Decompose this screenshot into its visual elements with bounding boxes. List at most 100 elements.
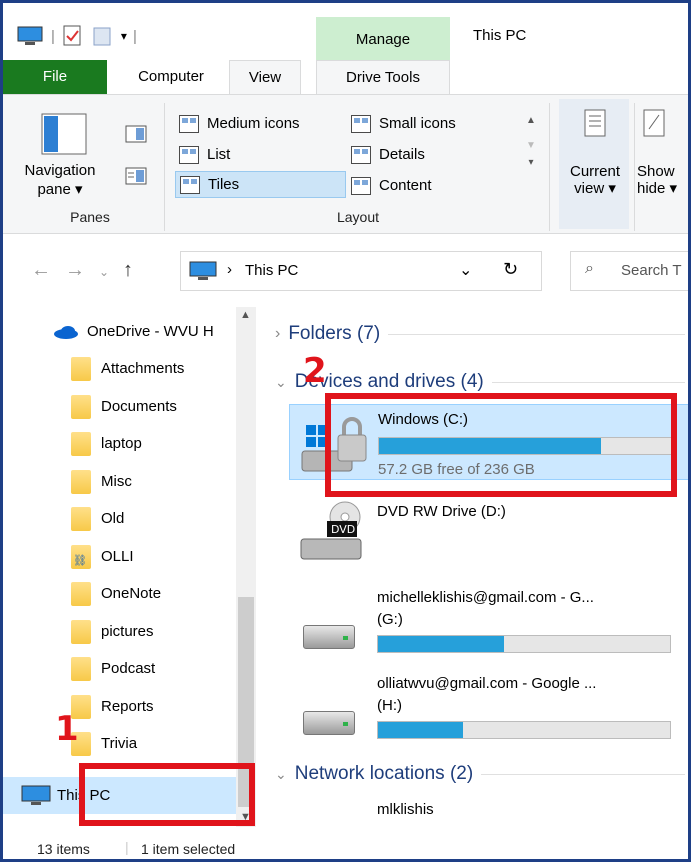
nav-item-old[interactable]: Old <box>3 500 239 537</box>
tab-computer[interactable]: Computer <box>121 60 221 94</box>
layout-medium-icons[interactable]: Medium icons <box>175 110 335 137</box>
nav-item-label: OLLI <box>101 548 134 565</box>
folder-icon <box>71 394 91 419</box>
panes-group-label: Panes <box>70 209 110 225</box>
layout-gallery-scroll[interactable]: ▲ ▼ ▾ <box>521 105 541 197</box>
details-pane-icon[interactable] <box>125 167 147 185</box>
nav-pane-scrollbar[interactable]: ▲ ▼ <box>236 307 256 827</box>
nav-item-pictures[interactable]: pictures <box>3 613 239 650</box>
folder-icon <box>71 469 91 494</box>
drive-tile-g[interactable]: michelleklishis@gmail.com - G... (G:) <box>289 589 688 669</box>
hard-drive-icon <box>303 625 355 649</box>
file-explorer-window: | ▾ | Manage This PC File Computer View … <box>0 0 691 862</box>
search-input[interactable]: ⌕ Search T <box>570 251 688 291</box>
nav-item-podcast[interactable]: Podcast <box>3 650 239 687</box>
ribbon-divider <box>634 103 635 231</box>
group-header-line <box>491 381 685 383</box>
nav-item-attachments[interactable]: Attachments <box>3 350 239 387</box>
breadcrumb-separator-icon: › <box>227 261 232 278</box>
group-header-label: Folders (7) <box>288 323 381 344</box>
window-title: This PC <box>473 27 527 44</box>
scroll-down-icon[interactable]: ▼ <box>521 140 541 151</box>
nav-item-trivia[interactable]: Trivia <box>3 725 239 762</box>
hard-drive-icon <box>303 711 355 735</box>
layout-tiles[interactable]: Tiles <box>175 171 346 198</box>
drive-tile-h[interactable]: olliatwvu@gmail.com - Google ... (H:) <box>289 675 688 755</box>
breadcrumb-this-pc[interactable]: This PC <box>245 262 298 279</box>
navigation-pane-button[interactable]: Navigation pane ▾ <box>5 101 115 201</box>
network-location-tile[interactable]: mlklishis <box>289 801 688 827</box>
quick-access-toolbar: | ▾ | <box>17 25 137 47</box>
nav-item-olli[interactable]: ⛓ OLLI <box>3 538 239 575</box>
drive-tile-d[interactable]: DVD DVD RW Drive (D:) <box>289 497 688 577</box>
layout-list-label: List <box>207 146 231 163</box>
this-pc-icon <box>21 785 51 805</box>
folder-icon <box>71 431 91 456</box>
address-dropdown-icon[interactable]: ⌄ <box>459 260 472 280</box>
tab-drive-tools[interactable]: Drive Tools <box>316 60 450 95</box>
preview-pane-icon[interactable] <box>125 125 147 143</box>
layout-details-label: Details <box>379 146 425 163</box>
group-header-devices[interactable]: ⌄ Devices and drives (4) <box>275 371 685 393</box>
nav-item-laptop[interactable]: laptop <box>3 425 239 462</box>
scroll-up-icon[interactable]: ▲ <box>521 115 541 126</box>
navigation-pane-label-2: pane ▾ <box>37 181 83 198</box>
show-hide-icon <box>643 109 665 137</box>
folder-icon <box>71 506 91 531</box>
nav-item-label: Podcast <box>101 660 156 677</box>
layout-details[interactable]: Details <box>347 141 507 168</box>
nav-item-onenote[interactable]: OneNote <box>3 575 239 612</box>
drive-name: olliatwvu@gmail.com - Google ... <box>377 675 597 692</box>
address-bar[interactable]: › This PC ⌄ ↻ <box>180 251 542 291</box>
more-icon[interactable]: ▾ <box>521 157 541 168</box>
forward-arrow-icon[interactable]: → <box>65 259 85 282</box>
tab-file[interactable]: File <box>3 60 107 94</box>
nav-item-label: Attachments <box>101 360 185 377</box>
manage-contextual-tab[interactable]: Manage <box>316 17 450 60</box>
nav-item-label: laptop <box>101 435 142 452</box>
up-arrow-icon[interactable]: ↑ <box>123 259 133 282</box>
address-bar-row: ← → ⌄ ↑ › This PC ⌄ ↻ ⌕ Search T <box>3 235 688 307</box>
group-header-label: Network locations (2) <box>294 763 474 784</box>
show-hide-label: Show <box>637 163 675 180</box>
tiles-icon <box>180 175 200 194</box>
layout-group-label: Layout <box>336 209 380 225</box>
this-pc-icon <box>189 261 217 280</box>
layout-tiles-label: Tiles <box>208 176 240 193</box>
layout-list[interactable]: List <box>175 141 335 168</box>
link-icon: ⛓ <box>73 554 87 567</box>
recent-locations-icon[interactable]: ⌄ <box>99 265 109 279</box>
nav-item-misc[interactable]: Misc <box>3 463 239 500</box>
status-bar: 13 items | 1 item selected <box>3 837 688 859</box>
tab-view[interactable]: View <box>229 60 301 95</box>
properties-icon[interactable] <box>63 25 83 47</box>
manage-tab-label: Manage <box>355 31 411 48</box>
nav-item-reports[interactable]: Reports <box>3 688 239 725</box>
current-view-button[interactable]: Current view ▾ <box>562 109 628 197</box>
customize-toolbar-icon[interactable]: ▾ <box>121 29 127 43</box>
group-header-line <box>388 333 685 335</box>
nav-item-documents[interactable]: Documents <box>3 388 239 425</box>
group-header-line <box>481 773 685 775</box>
group-header-network[interactable]: ⌄ Network locations (2) <box>275 763 685 785</box>
layout-small-icons[interactable]: Small icons <box>347 110 507 137</box>
folder-icon <box>71 581 91 606</box>
refresh-icon[interactable]: ↻ <box>503 259 518 280</box>
group-header-folders[interactable]: › Folders (7) <box>275 323 685 345</box>
drive-usage-bar <box>377 635 671 653</box>
this-pc-icon[interactable] <box>17 26 43 46</box>
new-folder-icon[interactable] <box>93 25 113 47</box>
back-arrow-icon[interactable]: ← <box>31 259 51 282</box>
chevron-down-icon: ⌄ <box>275 765 287 782</box>
scroll-up-icon[interactable]: ▲ <box>240 309 251 321</box>
chevron-right-icon: › <box>275 325 281 342</box>
network-location-name: mlklishis <box>377 801 434 818</box>
nav-item-onedrive[interactable]: OneDrive - WVU H <box>3 313 239 350</box>
nav-item-label: OneDrive - WVU H <box>87 323 214 340</box>
show-hide-button[interactable]: Show hide ▾ <box>637 109 688 197</box>
navigation-pane-label: Navigation <box>24 162 96 179</box>
navigation-pane-icon <box>41 113 87 155</box>
nav-item-label: OneNote <box>101 585 162 602</box>
navigation-pane: OneDrive - WVU H Attachments Documents l… <box>3 307 259 827</box>
layout-content[interactable]: Content <box>347 172 507 199</box>
